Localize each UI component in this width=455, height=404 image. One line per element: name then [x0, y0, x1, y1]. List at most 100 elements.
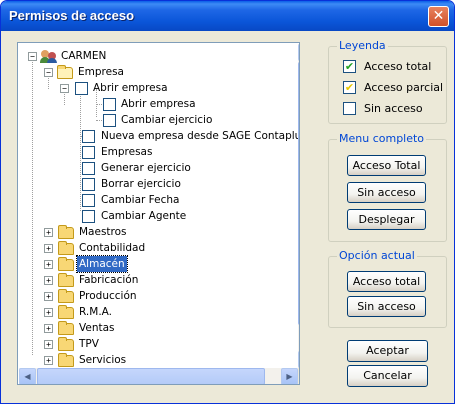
folder-icon: [58, 257, 74, 271]
tree-label-empresa: Empresa: [78, 66, 124, 78]
expand-icon[interactable]: +: [44, 340, 53, 349]
permissions-tree[interactable]: − CARMEN − Empresa − Abrir empresa Abrir…: [17, 42, 300, 385]
folder-icon: [58, 289, 74, 303]
vertical-scrollbar[interactable]: ▲ ▼: [298, 44, 299, 368]
aceptar-button[interactable]: Aceptar: [347, 340, 428, 362]
tree-node-produccion[interactable]: + Producción: [18, 288, 298, 304]
folder-icon: [58, 225, 74, 239]
tree-node-ventas[interactable]: + Ventas: [18, 320, 298, 336]
folder-icon: [58, 321, 74, 335]
folder-icon: [58, 353, 74, 367]
tree-node-generar-ejercicio[interactable]: Generar ejercicio: [18, 160, 298, 176]
users-icon: [40, 49, 58, 63]
tree-label-root: CARMEN: [61, 50, 107, 62]
tree-label-fabricacion: Fabricación: [79, 274, 139, 286]
tree-node-tpv[interactable]: + TPV: [18, 336, 298, 352]
tree-label-rma: R.M.A.: [79, 306, 112, 318]
legend-title: Leyenda: [337, 39, 388, 52]
tree-node-root[interactable]: − CARMEN: [18, 48, 298, 64]
tree-label-abrir-empresa: Abrir empresa: [121, 98, 196, 110]
tree-label-empresas: Empresas: [101, 146, 153, 158]
tree-label-produccion: Producción: [79, 290, 137, 302]
tree-label-cambiar-fecha: Cambiar Fecha: [101, 194, 180, 206]
expand-icon[interactable]: +: [44, 260, 53, 269]
permission-checkbox[interactable]: [103, 114, 116, 127]
folder-icon: [58, 337, 74, 351]
tree-label-cambiar-ejercicio: Cambiar ejercicio: [121, 114, 213, 126]
tree-node-cambiar-agente[interactable]: Cambiar Agente: [18, 208, 298, 224]
tree-label-maestros: Maestros: [79, 226, 127, 238]
tree-node-cambiar-fecha[interactable]: Cambiar Fecha: [18, 192, 298, 208]
legend-sin-label: Sin acceso: [364, 102, 423, 115]
scroll-down-button[interactable]: ▼: [298, 351, 299, 368]
permission-checkbox[interactable]: [82, 210, 95, 223]
tree-node-almacen[interactable]: + Almacén: [18, 255, 298, 273]
folder-icon: [58, 241, 74, 255]
scroll-right-button[interactable]: ▶: [281, 368, 298, 384]
menu-acceso-total-button[interactable]: Acceso Total: [347, 155, 426, 176]
permission-checkbox[interactable]: [82, 194, 95, 207]
tree-node-rma[interactable]: + R.M.A.: [18, 304, 298, 320]
close-button[interactable]: ✕: [428, 6, 449, 27]
scroll-corner: [298, 368, 299, 384]
tree-label-ventas: Ventas: [79, 322, 115, 334]
tree-node-nueva-empresa[interactable]: Nueva empresa desde SAGE Contaplus/F: [18, 128, 300, 144]
tree-node-empresa[interactable]: − Empresa: [18, 64, 298, 80]
collapse-icon[interactable]: −: [28, 52, 37, 61]
permissions-dialog: Permisos de acceso ✕ − CARMEN − Empresa: [0, 0, 455, 404]
cancelar-button[interactable]: Cancelar: [347, 365, 428, 387]
expand-icon[interactable]: +: [44, 356, 53, 365]
tree-label-nueva-empresa: Nueva empresa desde SAGE Contaplus/F: [101, 130, 300, 142]
tree-label-abrir-empresa-group: Abrir empresa: [93, 82, 168, 94]
tree-label-borrar-ejercicio: Borrar ejercicio: [101, 178, 181, 190]
expand-icon[interactable]: +: [44, 276, 53, 285]
opcion-sin-acceso-button[interactable]: Sin acceso: [347, 296, 426, 317]
title-bar[interactable]: Permisos de acceso ✕: [1, 1, 454, 31]
permission-checkbox[interactable]: [75, 82, 88, 95]
horizontal-scrollbar[interactable]: ◀ ▶: [19, 368, 299, 384]
permission-checkbox[interactable]: [82, 162, 95, 175]
expand-icon[interactable]: +: [44, 324, 53, 333]
tree-node-cambiar-ejercicio[interactable]: Cambiar ejercicio: [18, 112, 298, 128]
tree-node-contabilidad[interactable]: + Contabilidad: [18, 240, 298, 256]
permission-checkbox[interactable]: [82, 146, 95, 159]
legend-group: Leyenda ✔ Acceso total ✔ Acceso parcial …: [328, 39, 447, 124]
scroll-up-button[interactable]: ▲: [298, 44, 299, 61]
tree-node-borrar-ejercicio[interactable]: Borrar ejercicio: [18, 176, 298, 192]
tree-node-maestros[interactable]: + Maestros: [18, 224, 298, 240]
empty-checkbox-icon: [343, 102, 356, 115]
scroll-left-button[interactable]: ◀: [19, 368, 36, 384]
collapse-icon[interactable]: −: [60, 84, 69, 93]
horizontal-scroll-thumb[interactable]: [37, 368, 265, 384]
folder-icon: [58, 273, 74, 287]
opcion-acceso-total-button[interactable]: Acceso total: [347, 271, 426, 292]
vertical-scroll-thumb[interactable]: [298, 62, 299, 325]
desplegar-button[interactable]: Desplegar: [347, 209, 426, 230]
legend-parcial-label: Acceso parcial: [364, 81, 444, 94]
tree-node-empresas[interactable]: Empresas: [18, 144, 298, 160]
expand-icon[interactable]: +: [44, 292, 53, 301]
window-title: Permisos de acceso: [9, 8, 135, 23]
tree-node-abrir-empresa[interactable]: Abrir empresa: [18, 96, 298, 112]
tree-label-almacen: Almacén: [76, 255, 128, 273]
permission-checkbox[interactable]: [103, 98, 116, 111]
tree-node-abrir-empresa-group[interactable]: − Abrir empresa: [18, 80, 298, 96]
expand-icon[interactable]: +: [44, 308, 53, 317]
menu-completo-title: Menu completo: [337, 132, 427, 145]
folder-icon: [58, 305, 74, 319]
expand-icon[interactable]: +: [44, 228, 53, 237]
expand-icon[interactable]: +: [44, 244, 53, 253]
tree-node-servicios[interactable]: + Servicios: [18, 352, 298, 368]
menu-sin-acceso-button[interactable]: Sin acceso: [347, 182, 426, 203]
tree-label-tpv: TPV: [79, 338, 99, 350]
tree-node-fabricacion[interactable]: + Fabricación: [18, 272, 298, 288]
tree-label-contabilidad: Contabilidad: [79, 242, 146, 254]
check-yellow-icon: ✔: [343, 81, 356, 94]
tree-label-generar-ejercicio: Generar ejercicio: [101, 162, 191, 174]
menu-completo-group: Menu completo Acceso Total Sin acceso De…: [328, 132, 447, 242]
opcion-actual-title: Opción actual: [337, 249, 417, 262]
permission-checkbox[interactable]: [82, 130, 95, 143]
permission-checkbox[interactable]: [82, 178, 95, 191]
collapse-icon[interactable]: −: [44, 68, 53, 77]
legend-total-label: Acceso total: [364, 60, 432, 73]
